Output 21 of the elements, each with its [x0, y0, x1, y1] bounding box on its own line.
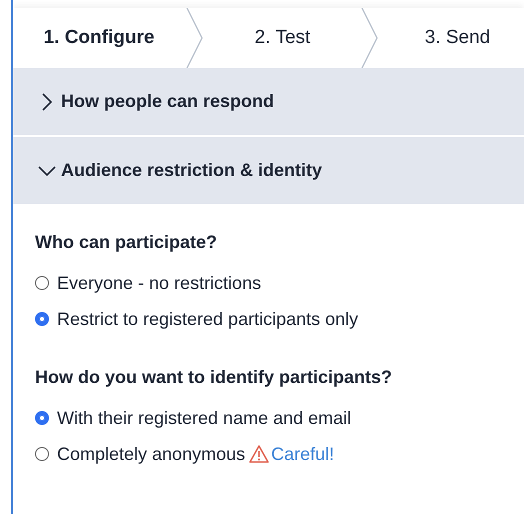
option-label[interactable]: With their registered name and email — [57, 408, 352, 428]
careful-link[interactable]: Careful! — [271, 444, 334, 464]
option-label[interactable]: Restrict to registered participants only — [57, 308, 358, 330]
radio-button[interactable] — [35, 447, 49, 461]
warning-icon — [249, 445, 270, 463]
step-separator — [360, 8, 380, 68]
radio-button[interactable] — [35, 312, 49, 326]
section-header[interactable]: How people can respond — [13, 68, 524, 135]
step-tab[interactable]: 2. Test — [205, 8, 360, 68]
option-label[interactable]: Everyone - no restrictions — [57, 272, 262, 294]
section-title: Audience restriction & identity — [61, 160, 322, 181]
radio-button[interactable] — [35, 276, 49, 290]
section-title: How people can respond — [61, 91, 274, 112]
option-label[interactable]: Completely anonymous — [57, 444, 246, 464]
question-label: How do you want to identify participants? — [35, 367, 394, 388]
step-tab[interactable]: 3. Send — [380, 8, 524, 68]
step-separator — [185, 8, 205, 68]
section-header[interactable]: Audience restriction & identity — [13, 137, 524, 204]
radio-button[interactable] — [35, 411, 49, 425]
step-tab[interactable]: 1. Configure — [13, 8, 185, 68]
question-label: Who can participate? — [35, 232, 218, 253]
